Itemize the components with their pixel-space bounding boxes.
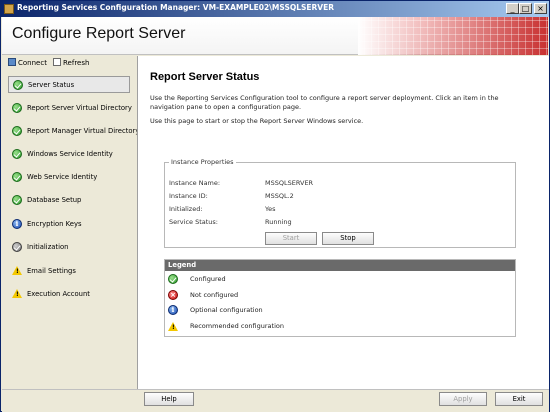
check-circle-icon <box>12 194 22 205</box>
connect-label: Connect <box>18 59 47 67</box>
nav-item-report-server-virtual-directory[interactable]: Report Server Virtual Directory <box>8 99 132 116</box>
legend-label: Optional configuration <box>190 306 263 314</box>
property-key: Instance Name: <box>169 179 221 187</box>
nav-item-label: Web Service Identity <box>27 172 98 181</box>
nav-item-windows-service-identity[interactable]: Windows Service Identity <box>8 145 130 162</box>
property-key: Initialized: <box>169 205 203 213</box>
app-window: Reporting Services Configuration Manager… <box>0 0 550 412</box>
banner-heading: Configure Report Server <box>12 25 186 42</box>
nav-item-database-setup[interactable]: Database Setup <box>8 191 130 208</box>
page-title: Report Server Status <box>150 71 260 83</box>
help-button[interactable]: Help <box>144 392 194 406</box>
check-circle-icon <box>12 125 22 136</box>
property-value: MSSQLSERVER <box>265 179 314 187</box>
nav-item-email-settings[interactable]: Email Settings <box>8 262 130 279</box>
nav-item-server-status[interactable]: Server Status <box>8 76 130 93</box>
warning-icon <box>12 266 22 275</box>
main-panel: Report Server Status Use the Reporting S… <box>137 56 549 389</box>
nav-item-label: Email Settings <box>27 266 76 275</box>
apply-button[interactable]: Apply <box>439 392 487 406</box>
info-icon: i <box>168 305 178 315</box>
property-value: MSSQL.2 <box>265 192 294 200</box>
warning-icon <box>168 321 178 331</box>
property-key: Instance ID: <box>169 192 208 200</box>
refresh-button[interactable]: Refresh <box>53 58 89 67</box>
connect-icon <box>8 58 16 66</box>
nav-item-initialization[interactable]: Initialization <box>8 238 130 255</box>
banner: Configure Report Server <box>2 17 548 55</box>
banner-decoration <box>358 17 548 55</box>
connect-button[interactable]: Connect <box>8 58 47 67</box>
nav-item-report-manager-virtual-directory[interactable]: Report Manager Virtual Directory <box>8 122 139 139</box>
bottom-bar: Help Apply Exit <box>2 389 549 412</box>
property-value: Yes <box>265 205 276 213</box>
window-title: Reporting Services Configuration Manager… <box>17 3 334 12</box>
nav-item-execution-account[interactable]: Execution Account <box>8 285 130 302</box>
nav-item-label: Database Setup <box>27 195 82 204</box>
property-key: Service Status: <box>169 218 218 226</box>
check-circle-icon <box>12 148 22 159</box>
check-circle-icon <box>13 79 23 90</box>
nav-item-label: Report Server Virtual Directory <box>27 103 132 112</box>
refresh-label: Refresh <box>63 59 90 67</box>
legend-label: Configured <box>190 275 226 283</box>
legend-item: × Not configured <box>168 289 238 301</box>
legend-label: Recommended configuration <box>190 322 284 330</box>
service-description: Use this page to start or stop the Repor… <box>150 117 364 125</box>
check-circle-icon <box>168 274 178 284</box>
stop-button[interactable]: Stop <box>322 232 374 245</box>
title-bar: Reporting Services Configuration Manager… <box>1 1 549 17</box>
start-button[interactable]: Start <box>265 232 317 245</box>
property-value: Running <box>265 218 292 226</box>
minimize-button[interactable]: _ <box>506 3 519 14</box>
group-label: Instance Properties <box>169 158 236 166</box>
legend-header: Legend <box>165 260 515 271</box>
nav-item-label: Initialization <box>27 242 69 251</box>
navigation-pane: Server Status Report Server Virtual Dire… <box>2 71 139 389</box>
toolbar: Connect Refresh <box>2 56 136 70</box>
refresh-icon <box>53 58 61 66</box>
exit-button[interactable]: Exit <box>495 392 543 406</box>
nav-item-label: Encryption Keys <box>27 219 82 228</box>
check-circle-icon <box>12 171 22 182</box>
nav-item-label: Report Manager Virtual Directory <box>27 126 140 135</box>
maximize-button[interactable]: □ <box>519 3 532 14</box>
gray-check-icon <box>12 241 22 252</box>
nav-item-label: Execution Account <box>27 289 90 298</box>
legend-panel: Legend Configured × Not configured i Optio… <box>164 259 516 337</box>
info-icon: i <box>12 218 22 229</box>
legend-item: i Optional configuration <box>168 304 263 316</box>
nav-item-web-service-identity[interactable]: Web Service Identity <box>8 168 130 185</box>
legend-label: Not configured <box>190 291 239 299</box>
check-circle-icon <box>12 102 22 113</box>
nav-item-label: Windows Service Identity <box>27 149 113 158</box>
page-description: Use the Reporting Services Configuration… <box>150 94 499 111</box>
legend-item: Configured <box>168 273 226 285</box>
app-icon <box>4 4 14 14</box>
nav-item-label: Server Status <box>28 80 75 89</box>
nav-item-encryption-keys[interactable]: i Encryption Keys <box>8 215 130 232</box>
close-button[interactable]: × <box>534 3 547 14</box>
x-circle-icon: × <box>168 290 178 300</box>
legend-item: Recommended configuration <box>168 320 284 332</box>
instance-properties-group: Instance Properties Instance Name: MSSQL… <box>164 158 516 248</box>
warning-icon <box>12 289 22 298</box>
